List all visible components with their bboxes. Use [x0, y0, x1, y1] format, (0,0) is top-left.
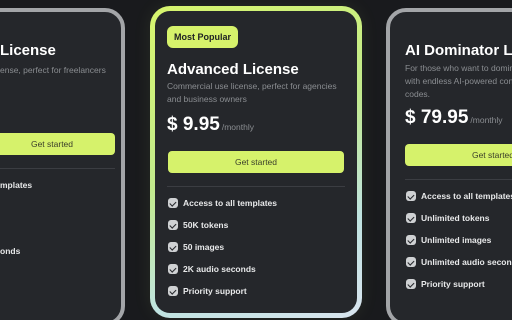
feature-list: mplates onds — [0, 174, 32, 262]
feature-label: Access to all templates — [421, 191, 512, 201]
check-icon — [168, 220, 178, 230]
pricing-card-advanced: Most Popular Advanced License Commercial… — [150, 6, 362, 318]
feature-label: 50K tokens — [183, 220, 229, 230]
feature-item: 50K tokens — [168, 214, 277, 236]
feature-label: Unlimited images — [421, 235, 492, 245]
feature-item — [0, 196, 32, 218]
feature-label: Unlimited tokens — [421, 213, 490, 223]
plan-price: $ 79.95/monthly — [405, 107, 503, 129]
feature-item: Priority support — [168, 280, 277, 302]
check-icon — [168, 264, 178, 274]
feature-item: 2K audio seconds — [168, 258, 277, 280]
feature-label: Priority support — [421, 279, 485, 289]
price-period: /monthly — [470, 115, 503, 125]
plan-price: $ 9.95/monthly — [167, 114, 254, 136]
feature-label: Unlimited audio seconds — [421, 257, 512, 267]
plan-description: Commercial use license, perfect for agen… — [167, 81, 337, 104]
feature-label: Priority support — [183, 286, 247, 296]
check-icon — [168, 198, 178, 208]
divider — [0, 168, 115, 169]
feature-list: Access to all templates Unlimited tokens… — [406, 185, 512, 295]
feature-item: Access to all templates — [406, 185, 512, 207]
plan-title: AI Dominator Lic — [405, 42, 512, 59]
feature-item: Unlimited tokens — [406, 207, 512, 229]
check-icon — [406, 191, 416, 201]
feature-label: onds — [0, 246, 21, 256]
pricing-card-basic: License ense, perfect for freelancers Ge… — [0, 8, 125, 320]
check-icon — [406, 235, 416, 245]
feature-item: onds — [0, 240, 32, 262]
check-icon — [168, 242, 178, 252]
most-popular-badge: Most Popular — [167, 26, 239, 48]
feature-label: 50 images — [183, 242, 225, 252]
get-started-button[interactable]: Get started — [405, 144, 512, 166]
feature-list: Access to all templates 50K tokens 50 im… — [168, 192, 277, 302]
feature-item: Access to all templates — [168, 192, 277, 214]
feature-label: Access to all templates — [183, 198, 278, 208]
plan-title: License — [0, 42, 56, 59]
price-amount: $ 9.95 — [167, 114, 220, 135]
plan-description: For those who want to domina with endles… — [405, 63, 512, 99]
plan-description: ense, perfect for freelancers — [0, 65, 106, 75]
get-started-button[interactable]: Get started — [168, 151, 344, 173]
feature-item: Unlimited audio seconds — [406, 251, 512, 273]
check-icon — [406, 213, 416, 223]
feature-item: Unlimited images — [406, 229, 512, 251]
check-icon — [168, 286, 178, 296]
pricing-section: License ense, perfect for freelancers Ge… — [0, 0, 512, 320]
price-period: /monthly — [221, 122, 254, 132]
pricing-card-ai-dominator: AI Dominator Lic For those who want to d… — [386, 8, 512, 320]
plan-title: Advanced License — [167, 61, 299, 78]
check-icon — [406, 257, 416, 267]
check-icon — [406, 279, 416, 289]
feature-item: 50 images — [168, 236, 277, 258]
price-amount: $ 79.95 — [405, 107, 469, 128]
feature-item: Priority support — [406, 273, 512, 295]
feature-label: 2K audio seconds — [183, 264, 256, 274]
divider — [167, 186, 345, 187]
feature-item: mplates — [0, 174, 32, 196]
get-started-button[interactable]: Get started — [0, 133, 115, 155]
feature-item — [0, 218, 32, 240]
feature-label: mplates — [0, 180, 33, 190]
divider — [405, 179, 512, 180]
